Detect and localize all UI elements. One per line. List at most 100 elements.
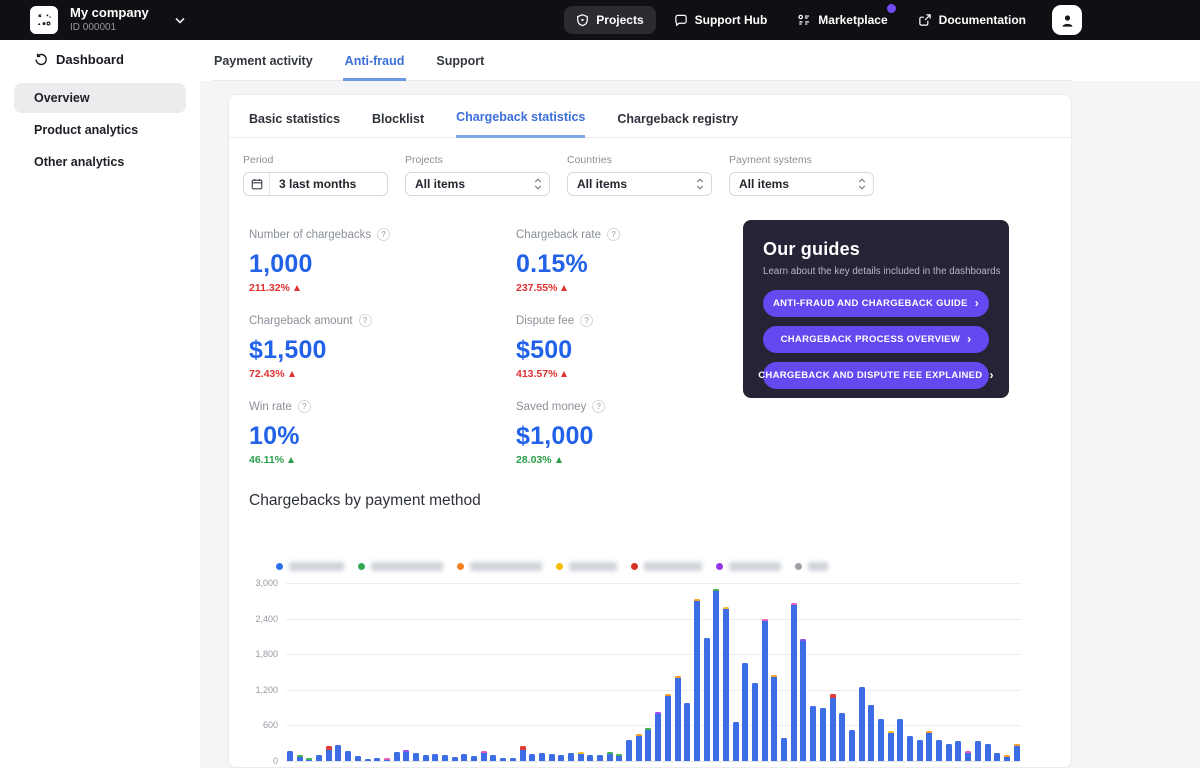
sidebar-title: Dashboard bbox=[56, 52, 124, 67]
bar: 2024 bbox=[655, 583, 661, 761]
period-input[interactable]: 3 last months bbox=[243, 172, 388, 196]
guides-subtitle: Learn about the key details included in … bbox=[763, 266, 989, 277]
bar-segment-blue bbox=[723, 609, 729, 761]
legend-item[interactable] bbox=[276, 562, 344, 571]
bar: 2024 bbox=[452, 583, 458, 761]
help-icon[interactable]: ? bbox=[359, 314, 372, 327]
guide-button-anti-fraud[interactable]: ANTI-FRAUD AND CHARGEBACK GUIDE› bbox=[763, 290, 989, 317]
help-icon[interactable]: ? bbox=[580, 314, 593, 327]
documentation-button[interactable]: Documentation bbox=[906, 6, 1038, 34]
bar: 2024 bbox=[568, 583, 574, 761]
bar-segment-blue bbox=[926, 733, 932, 761]
tab-chargeback-statistics[interactable]: Chargeback statistics bbox=[456, 110, 585, 138]
projects-select[interactable]: All items bbox=[405, 172, 550, 196]
bar-segment-blue bbox=[481, 753, 487, 761]
bar: 2025 bbox=[907, 583, 913, 761]
guide-button-dispute-fee[interactable]: CHARGEBACK AND DISPUTE FEE EXPLAINED› bbox=[763, 362, 989, 389]
legend-item[interactable] bbox=[457, 562, 542, 571]
marketplace-badge bbox=[885, 2, 898, 15]
chart-title: Chargebacks by payment method bbox=[249, 492, 1071, 510]
bar: 2024 bbox=[684, 583, 690, 761]
tab-basic-statistics[interactable]: Basic statistics bbox=[249, 112, 340, 137]
projects-select-value: All items bbox=[406, 177, 534, 191]
help-icon[interactable]: ? bbox=[298, 400, 311, 413]
legend-label-redacted bbox=[569, 562, 617, 571]
support-hub-button[interactable]: Support Hub bbox=[662, 6, 780, 34]
sidebar-item-product-analytics[interactable]: Product analytics bbox=[14, 115, 186, 145]
screen: My company ID 000001 Projects Support Hu… bbox=[0, 0, 1200, 768]
bar: 2024 bbox=[723, 583, 729, 761]
chevron-down-icon[interactable] bbox=[175, 17, 185, 24]
bar: 2024 bbox=[345, 583, 351, 761]
legend-label-redacted bbox=[808, 562, 828, 571]
payment-systems-select-value: All items bbox=[730, 177, 858, 191]
triangle-up-icon bbox=[288, 457, 294, 463]
bar-segment-blue bbox=[781, 738, 787, 761]
stat-label: Win rate bbox=[249, 401, 292, 413]
tab-blocklist[interactable]: Blocklist bbox=[372, 112, 424, 137]
company-switcher[interactable]: My company ID 000001 bbox=[70, 6, 149, 33]
legend-item[interactable] bbox=[631, 562, 702, 571]
bar-segment-blue bbox=[733, 722, 739, 761]
bar: 2024 bbox=[442, 583, 448, 761]
company-name: My company bbox=[70, 6, 149, 21]
bar: 2025 bbox=[965, 583, 971, 761]
bar-segment-blue bbox=[1004, 757, 1010, 761]
legend-item[interactable] bbox=[716, 562, 781, 571]
countries-select[interactable]: All items bbox=[567, 172, 712, 196]
calendar-icon[interactable] bbox=[244, 173, 270, 195]
stat-label: Number of chargebacks bbox=[249, 229, 371, 241]
chart-legend bbox=[276, 562, 1071, 571]
legend-dot-icon bbox=[358, 563, 365, 570]
projects-button[interactable]: Projects bbox=[564, 6, 655, 34]
bar: 2025 bbox=[1004, 583, 1010, 761]
bar: 2025 bbox=[1014, 583, 1020, 761]
bar: 2024 bbox=[587, 583, 593, 761]
bar: 2025 bbox=[820, 583, 826, 761]
bar: 2024 bbox=[539, 583, 545, 761]
bar: 2024 bbox=[461, 583, 467, 761]
y-axis-label: 600 bbox=[234, 720, 278, 730]
bar-segment-blue bbox=[1014, 746, 1020, 761]
legend-dot-icon bbox=[795, 563, 802, 570]
stat-label: Saved money bbox=[516, 401, 586, 413]
bar: 2024 bbox=[549, 583, 555, 761]
bar-segment-blue bbox=[665, 696, 671, 761]
guide-button-process-overview[interactable]: CHARGEBACK PROCESS OVERVIEW› bbox=[763, 326, 989, 353]
help-icon[interactable]: ? bbox=[592, 400, 605, 413]
bar-segment-blue bbox=[287, 751, 293, 761]
payment-systems-select[interactable]: All items bbox=[729, 172, 874, 196]
bar-segment-blue bbox=[452, 757, 458, 761]
chat-icon bbox=[674, 13, 688, 27]
legend-item[interactable] bbox=[358, 562, 443, 571]
legend-item[interactable] bbox=[556, 562, 617, 571]
bar: 2024 bbox=[762, 583, 768, 761]
bar: 2025 bbox=[926, 583, 932, 761]
tab-support[interactable]: Support bbox=[434, 52, 486, 80]
bar: 2024 bbox=[500, 583, 506, 761]
bar: 2024 bbox=[578, 583, 584, 761]
marketplace-button[interactable]: Marketplace bbox=[785, 6, 899, 34]
tab-payment-activity[interactable]: Payment activity bbox=[212, 52, 315, 80]
legend-item[interactable] bbox=[795, 562, 828, 571]
documentation-label: Documentation bbox=[939, 13, 1026, 27]
help-icon[interactable]: ? bbox=[377, 228, 390, 241]
bar-segment-blue bbox=[510, 758, 516, 761]
bar-segment-blue bbox=[965, 753, 971, 761]
stat-delta: 211.32% bbox=[249, 282, 516, 294]
filters-row: Period 3 last months Projects All items bbox=[243, 154, 1071, 196]
bar: 2024 bbox=[287, 583, 293, 761]
sidebar-item-overview[interactable]: Overview bbox=[14, 83, 186, 113]
tab-chargeback-registry[interactable]: Chargeback registry bbox=[617, 112, 738, 137]
user-avatar-button[interactable] bbox=[1052, 5, 1082, 35]
main-tabs: Payment activity Anti-fraud Support bbox=[212, 52, 1072, 81]
triangle-up-icon bbox=[561, 285, 567, 291]
bar: 2024 bbox=[645, 583, 651, 761]
tab-anti-fraud[interactable]: Anti-fraud bbox=[343, 52, 407, 81]
sidebar-item-other-analytics[interactable]: Other analytics bbox=[14, 147, 186, 177]
bar: 2024 bbox=[597, 583, 603, 761]
select-chevrons-icon bbox=[858, 178, 866, 190]
bar-segment-blue bbox=[597, 755, 603, 761]
bar: 2024 bbox=[704, 583, 710, 761]
help-icon[interactable]: ? bbox=[607, 228, 620, 241]
